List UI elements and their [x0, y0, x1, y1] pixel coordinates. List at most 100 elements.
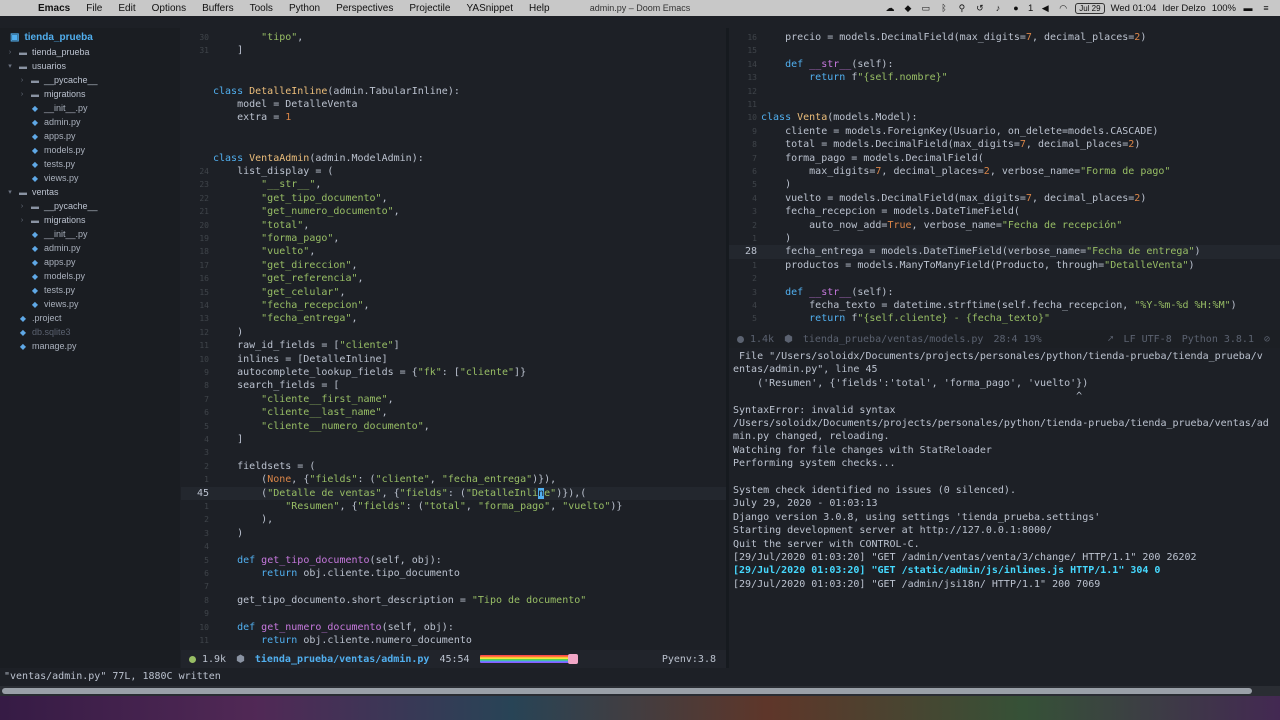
tree-folder[interactable]: › ▬ tienda_prueba: [0, 45, 180, 59]
display-icon[interactable]: ▭: [920, 3, 932, 14]
tree-file[interactable]: ◆ db.sqlite3: [0, 325, 180, 339]
code-line[interactable]: 12 ): [181, 326, 726, 339]
tree-file[interactable]: ◆ apps.py: [0, 255, 180, 269]
terminal-pane[interactable]: File "/Users/soloidx/Documents/projects/…: [729, 348, 1280, 668]
clock[interactable]: Wed 01:04: [1111, 3, 1157, 14]
tree-file[interactable]: ◆ tests.py: [0, 157, 180, 171]
code-line[interactable]: 13 return f"{self.nombre}": [729, 71, 1280, 84]
code-line[interactable]: 9: [181, 607, 726, 620]
code-line[interactable]: 4: [181, 540, 726, 553]
dropbox-icon[interactable]: ◆: [902, 3, 914, 14]
code-line[interactable]: 7 forma_pago = models.DecimalField(: [729, 152, 1280, 165]
menu-perspectives[interactable]: Perspectives: [328, 3, 401, 14]
code-line[interactable]: 22 "get_tipo_documento",: [181, 192, 726, 205]
editor-models-py[interactable]: 16 precio = models.DecimalField(max_digi…: [729, 28, 1280, 330]
code-line[interactable]: 5 def get_tipo_documento(self, obj):: [181, 554, 726, 567]
code-line[interactable]: 2 fieldsets = (: [181, 460, 726, 473]
code-line[interactable]: 2 ),: [181, 513, 726, 526]
code-line[interactable]: 21 "get_numero_documento",: [181, 205, 726, 218]
code-line[interactable]: class VentaAdmin(admin.ModelAdmin):: [181, 152, 726, 165]
tree-folder[interactable]: › ▬ __pycache__: [0, 199, 180, 213]
code-line[interactable]: 6 "cliente__last_name",: [181, 406, 726, 419]
code-line[interactable]: 11 return obj.cliente.numero_documento: [181, 634, 726, 647]
code-line[interactable]: 8 get_tipo_documento.short_description =…: [181, 594, 726, 607]
code-line[interactable]: 4 fecha_texto = datetime.strftime(self.f…: [729, 299, 1280, 312]
menu-file[interactable]: File: [78, 3, 110, 14]
menu-projectile[interactable]: Projectile: [401, 3, 458, 14]
buffer-file[interactable]: tienda_prueba/ventas/models.py: [803, 334, 984, 345]
history-icon[interactable]: ↺: [974, 3, 986, 14]
scrollbar-thumb[interactable]: [2, 688, 1252, 694]
current-code-line[interactable]: 28 fecha_entrega = models.DateTimeField(…: [729, 245, 1280, 259]
encoding[interactable]: LF UTF-8: [1124, 334, 1172, 345]
buffer-file[interactable]: tienda_prueba/ventas/admin.py: [255, 654, 430, 665]
tree-file[interactable]: ◆ admin.py: [0, 115, 180, 129]
major-mode[interactable]: Python 3.8.1: [1182, 334, 1254, 345]
tree-file[interactable]: ◆ models.py: [0, 269, 180, 283]
search-icon[interactable]: ⚲: [956, 3, 968, 14]
code-line[interactable]: 10 class Venta(models.Model):: [729, 111, 1280, 124]
code-line[interactable]: class DetalleInline(admin.TabularInline)…: [181, 85, 726, 98]
menu-edit[interactable]: Edit: [110, 3, 143, 14]
code-line[interactable]: model = DetalleVenta: [181, 98, 726, 111]
tree-folder[interactable]: › ▬ migrations: [0, 87, 180, 101]
code-line[interactable]: 2: [729, 272, 1280, 285]
wifi-icon[interactable]: ◠: [1057, 3, 1069, 14]
tree-file[interactable]: ◆ .project: [0, 311, 180, 325]
code-line[interactable]: 5 return f"{self.cliente} - {fecha_texto…: [729, 312, 1280, 325]
code-line[interactable]: 3 ): [181, 527, 726, 540]
code-line[interactable]: 6 max_digits=7, decimal_places=2, verbos…: [729, 165, 1280, 178]
tree-file[interactable]: ◆ manage.py: [0, 339, 180, 353]
code-line[interactable]: 9 autocomplete_lookup_fields = {"fk": ["…: [181, 366, 726, 379]
menu-icon[interactable]: ≡: [1260, 3, 1272, 13]
menu-options[interactable]: Options: [144, 3, 194, 14]
code-line[interactable]: [181, 138, 726, 151]
code-line[interactable]: 14 "fecha_recepcion",: [181, 299, 726, 312]
code-line[interactable]: 5 "cliente__numero_documento",: [181, 420, 726, 433]
date-badge[interactable]: Jul 29: [1075, 2, 1105, 14]
menu-python[interactable]: Python: [281, 3, 328, 14]
code-line[interactable]: 4 ]: [181, 433, 726, 446]
code-line[interactable]: 6 return obj.cliente.tipo_documento: [181, 567, 726, 580]
volume-icon[interactable]: ◀: [1039, 3, 1051, 14]
notification-icon[interactable]: ●: [1010, 3, 1022, 13]
current-code-line[interactable]: 45 ("Detalle de ventas", {"fields": ("De…: [181, 486, 726, 500]
code-line[interactable]: 8 search_fields = [: [181, 379, 726, 392]
menu-buffers[interactable]: Buffers: [194, 3, 242, 14]
code-line[interactable]: 1 (None, {"fields": ("cliente", "fecha_e…: [181, 473, 726, 486]
code-line[interactable]: 19 "forma_pago",: [181, 232, 726, 245]
battery-icon[interactable]: ▬: [1242, 3, 1254, 13]
code-line[interactable]: 8 total = models.DecimalField(max_digits…: [729, 138, 1280, 151]
code-line[interactable]: 1 "Resumen", {"fields": ("total", "forma…: [181, 500, 726, 513]
code-line[interactable]: 31 ]: [181, 44, 726, 57]
tree-file[interactable]: ◆ views.py: [0, 297, 180, 311]
tree-file[interactable]: ◆ __init__.py: [0, 227, 180, 241]
code-line[interactable]: 13 "fecha_entrega",: [181, 312, 726, 325]
code-line[interactable]: 24 list_display = (: [181, 165, 726, 178]
tree-file[interactable]: ◆ tests.py: [0, 283, 180, 297]
tree-file[interactable]: ◆ __init__.py: [0, 101, 180, 115]
code-line[interactable]: 9 cliente = models.ForeignKey(Usuario, o…: [729, 125, 1280, 138]
tree-file[interactable]: ◆ admin.py: [0, 241, 180, 255]
code-line[interactable]: 2 auto_now_add=True, verbose_name="Fecha…: [729, 219, 1280, 232]
cloud-icon[interactable]: ☁: [884, 3, 896, 14]
code-line[interactable]: 7: [181, 580, 726, 593]
code-line[interactable]: 11: [729, 98, 1280, 111]
menu-help[interactable]: Help: [521, 3, 558, 14]
tree-folder[interactable]: › ▬ __pycache__: [0, 73, 180, 87]
code-line[interactable]: 17 "get_direccion",: [181, 259, 726, 272]
bell-icon[interactable]: ♪: [992, 3, 1004, 13]
menu-app-emacs[interactable]: Emacs: [30, 3, 78, 14]
menu-yasnippet[interactable]: YASnippet: [458, 3, 521, 14]
code-line[interactable]: 15: [729, 44, 1280, 57]
editor-admin-py[interactable]: 30 "tipo", 31 ] class DetalleInline(admin.…: [181, 28, 726, 650]
code-line[interactable]: 3 fecha_recepcion = models.DateTimeField…: [729, 205, 1280, 218]
code-line[interactable]: 10 def get_numero_documento(self, obj):: [181, 621, 726, 634]
code-line[interactable]: 11 raw_id_fields = ["cliente"]: [181, 339, 726, 352]
code-line[interactable]: 30 "tipo",: [181, 31, 726, 44]
code-line[interactable]: 1 productos = models.ManyToManyField(Pro…: [729, 259, 1280, 272]
code-line[interactable]: 16 precio = models.DecimalField(max_digi…: [729, 31, 1280, 44]
code-line[interactable]: 18 "vuelto",: [181, 245, 726, 258]
code-line[interactable]: 20 "total",: [181, 219, 726, 232]
tree-folder[interactable]: ▾ ▬ usuarios: [0, 59, 180, 73]
